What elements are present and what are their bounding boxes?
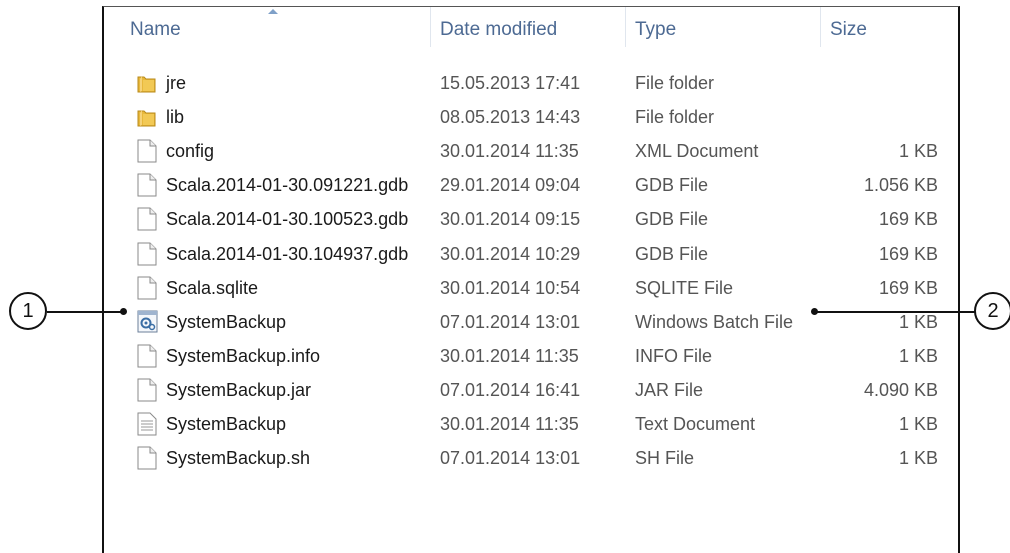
column-header-date-modified[interactable]: Date modified	[440, 7, 626, 47]
file-date-modified: 08.05.2013 14:43	[440, 107, 581, 128]
file-name: Scala.2014-01-30.104937.gdb	[166, 243, 409, 264]
file-name: SystemBackup.sh	[166, 448, 311, 469]
file-date-modified: 30.01.2014 11:35	[440, 141, 579, 162]
callout-1-label: 1	[22, 300, 34, 322]
file-row[interactable]: config 30.01.2014 11:35 XML Document 1 KB	[104, 134, 958, 168]
file-icon	[137, 173, 157, 197]
file-size: 1 KB	[898, 311, 938, 332]
file-type: GDB File	[635, 209, 709, 230]
column-header-name[interactable]: Name	[130, 7, 431, 47]
file-icon	[137, 344, 157, 368]
file-type: Windows Batch File	[635, 311, 794, 332]
file-name: SystemBackup	[166, 311, 287, 332]
file-name: SystemBackup.info	[166, 345, 321, 366]
file-date-modified: 29.01.2014 09:04	[440, 175, 581, 196]
callout-1-leader-line	[47, 311, 123, 313]
file-row[interactable]: Scala.sqlite 30.01.2014 10:54 SQLITE File 1…	[104, 271, 958, 305]
file-row[interactable]: SystemBackup.jar 07.01.2014 16:41 JAR File…	[104, 373, 958, 407]
file-icon	[137, 242, 157, 266]
callout-2-leader-line	[815, 311, 975, 313]
file-size: 169 KB	[878, 277, 938, 298]
file-date-modified: 15.05.2013 17:41	[440, 73, 581, 93]
file-icon	[137, 207, 157, 231]
file-row[interactable]: Scala.2014-01-30.091221.gdb 29.01.2014 09…	[104, 168, 958, 202]
file-size: 169 KB	[878, 209, 938, 230]
file-date-modified: 30.01.2014 11:35	[440, 414, 579, 434]
file-name: Scala.2014-01-30.091221.gdb	[166, 175, 409, 196]
file-row[interactable]: SystemBackup 07.01.2014 13:01 Windows Batc…	[104, 305, 958, 339]
column-header-type[interactable]: Type	[635, 7, 821, 47]
file-row[interactable]: SystemBackup 30.01.2014 11:35 Text Documen…	[104, 407, 958, 441]
file-type: GDB File	[635, 243, 709, 264]
file-list-pane: Name Date modified Type Size jre 15.05.20…	[102, 6, 960, 553]
file-name: lib	[166, 107, 185, 128]
file-row[interactable]: SystemBackup.info 30.01.2014 11:35 INFO Fi…	[104, 339, 958, 373]
file-size: 1 KB	[898, 345, 938, 366]
file-icon	[137, 446, 157, 470]
file-size: 1 KB	[898, 141, 938, 162]
file-name: jre	[166, 73, 187, 93]
callout-1-dot	[120, 308, 127, 315]
callout-1: 1	[9, 292, 47, 330]
folder-icon	[137, 105, 157, 129]
batch-file-gear-icon	[137, 310, 158, 334]
file-icon	[137, 378, 157, 402]
file-type: File folder	[635, 73, 715, 93]
file-date-modified: 07.01.2014 13:01	[440, 448, 581, 469]
file-type: GDB File	[635, 175, 709, 196]
file-row[interactable]: jre 15.05.2013 17:41 File folder	[104, 66, 958, 100]
file-name: SystemBackup.jar	[166, 379, 312, 400]
file-type: INFO File	[635, 345, 713, 366]
column-header-size[interactable]: Size	[830, 7, 940, 47]
file-type: Text Document	[635, 414, 756, 434]
file-type: File folder	[635, 107, 715, 128]
file-date-modified: 30.01.2014 10:29	[440, 243, 581, 264]
file-type: SH File	[635, 448, 695, 469]
file-row[interactable]: Scala.2014-01-30.104937.gdb 30.01.2014 10…	[104, 237, 958, 271]
file-row[interactable]: SystemBackup.sh 07.01.2014 13:01 SH File 1 …	[104, 441, 958, 475]
file-type: SQLITE File	[635, 277, 734, 298]
file-date-modified: 30.01.2014 10:54	[440, 277, 581, 298]
text-document-icon	[137, 412, 157, 436]
file-name: config	[166, 141, 215, 162]
file-row[interactable]: lib 08.05.2013 14:43 File folder	[104, 100, 958, 134]
file-size: 4.090 KB	[863, 379, 938, 400]
file-row[interactable]: Scala.2014-01-30.100523.gdb 30.01.2014 09…	[104, 202, 958, 236]
file-name: Scala.2014-01-30.100523.gdb	[166, 209, 409, 230]
file-date-modified: 30.01.2014 09:15	[440, 209, 581, 230]
file-type: JAR File	[635, 379, 704, 400]
file-size: 1 KB	[898, 448, 938, 469]
column-header-bar: Name Date modified Type Size	[104, 7, 958, 47]
file-date-modified: 07.01.2014 16:41	[440, 379, 581, 400]
file-date-modified: 30.01.2014 11:35	[440, 345, 579, 366]
file-size: 1.056 KB	[863, 175, 938, 196]
file-size: 1 KB	[898, 414, 938, 434]
file-icon	[137, 276, 157, 300]
folder-icon	[137, 71, 157, 95]
file-date-modified: 07.01.2014 13:01	[440, 311, 581, 332]
file-icon	[137, 139, 157, 163]
file-name: SystemBackup	[166, 414, 287, 434]
file-name: Scala.sqlite	[166, 277, 259, 298]
file-type: XML Document	[635, 141, 759, 162]
file-size: 169 KB	[878, 243, 938, 264]
callout-2-label: 2	[987, 300, 999, 322]
callout-2: 2	[974, 292, 1010, 330]
